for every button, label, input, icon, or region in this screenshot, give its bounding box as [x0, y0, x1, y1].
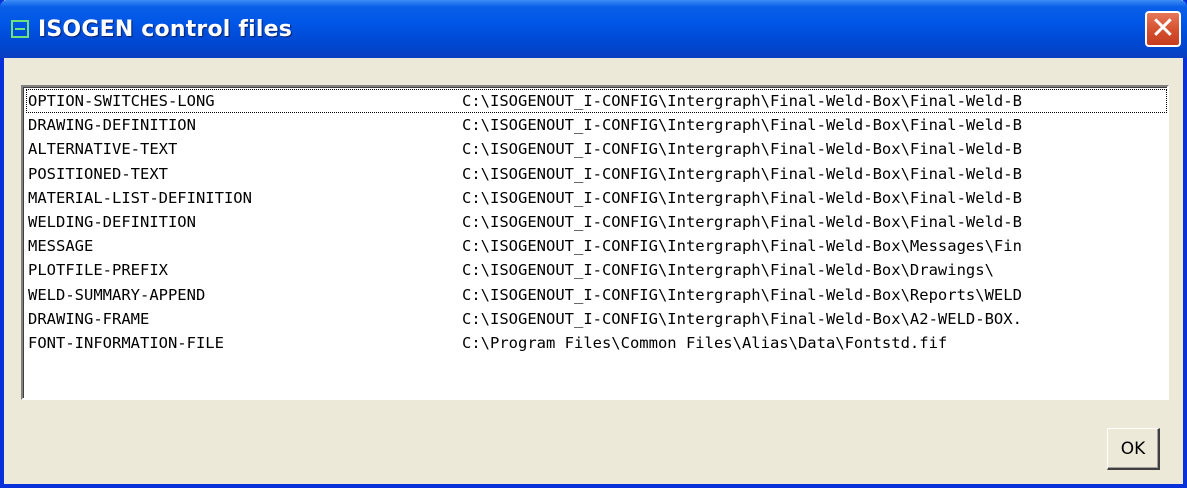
- file-path: C:\ISOGENOUT_I-CONFIG\Intergraph\Final-W…: [462, 261, 994, 280]
- file-path: C:\ISOGENOUT_I-CONFIG\Intergraph\Final-W…: [462, 212, 1022, 231]
- file-path: C:\Program Files\Common Files\Alias\Data…: [462, 333, 948, 352]
- file-key: WELDING-DEFINITION: [28, 212, 196, 231]
- list-item[interactable]: DRAWING-DEFINITION C:\ISOGENOUT_I-CONFIG\…: [26, 113, 1167, 137]
- list-item[interactable]: ALTERNATIVE-TEXT C:\ISOGENOUT_I-CONFIG\In…: [26, 137, 1167, 161]
- file-key: DRAWING-FRAME: [28, 309, 150, 328]
- file-path: C:\ISOGENOUT_I-CONFIG\Intergraph\Final-W…: [462, 285, 1022, 304]
- file-path: C:\ISOGENOUT_I-CONFIG\Intergraph\Final-W…: [462, 237, 1022, 256]
- file-key: ALTERNATIVE-TEXT: [28, 140, 178, 159]
- list-item[interactable]: MATERIAL-LIST-DEFINITION C:\ISOGENOUT_I-C…: [26, 186, 1167, 210]
- file-key: PLOTFILE-PREFIX: [28, 261, 168, 280]
- file-key: FONT-INFORMATION-FILE: [28, 333, 224, 352]
- close-button[interactable]: ✕: [1145, 11, 1181, 47]
- file-key: OPTION-SWITCHES-LONG: [28, 92, 215, 110]
- file-key: WELD-SUMMARY-APPEND: [28, 285, 206, 304]
- file-path: C:\ISOGENOUT_I-CONFIG\Intergraph\Final-W…: [462, 164, 1022, 183]
- list-item[interactable]: WELDING-DEFINITION C:\ISOGENOUT_I-CONFIG\…: [26, 210, 1167, 234]
- file-path: C:\ISOGENOUT_I-CONFIG\Intergraph\Final-W…: [462, 116, 1022, 135]
- file-path: C:\ISOGENOUT_I-CONFIG\Intergraph\Final-W…: [462, 309, 1022, 328]
- file-key: POSITIONED-TEXT: [28, 164, 168, 183]
- ok-button[interactable]: OK: [1107, 428, 1160, 470]
- list-item[interactable]: POSITIONED-TEXT C:\ISOGENOUT_I-CONFIG\Int…: [26, 162, 1167, 186]
- list-item[interactable]: OPTION-SWITCHES-LONG C:\ISOGENOUT_I-CONFI…: [26, 89, 1167, 114]
- list-item[interactable]: DRAWING-FRAME C:\ISOGENOUT_I-CONFIG\Inter…: [26, 307, 1167, 331]
- file-path: C:\ISOGENOUT_I-CONFIG\Intergraph\Final-W…: [462, 140, 1022, 159]
- title-bar[interactable]: ISOGEN control files ✕: [0, 0, 1187, 58]
- list-item[interactable]: PLOTFILE-PREFIX C:\ISOGENOUT_I-CONFIG\Int…: [26, 258, 1167, 282]
- file-key: MATERIAL-LIST-DEFINITION: [28, 188, 252, 207]
- dialog-window: ISOGEN control files ✕ OPTION-SWITCHES-L…: [0, 0, 1187, 488]
- list-item[interactable]: MESSAGE C:\ISOGENOUT_I-CONFIG\Intergraph\…: [26, 234, 1167, 258]
- app-window-icon: [11, 20, 29, 38]
- close-icon: ✕: [1150, 11, 1176, 46]
- window-title: ISOGEN control files: [38, 16, 293, 42]
- control-files-list[interactable]: OPTION-SWITCHES-LONG C:\ISOGENOUT_I-CONFI…: [21, 85, 1169, 400]
- file-path: C:\ISOGENOUT_I-CONFIG\Intergraph\Final-W…: [462, 92, 1022, 110]
- file-path: C:\ISOGENOUT_I-CONFIG\Intergraph\Final-W…: [462, 188, 1022, 207]
- file-key: MESSAGE: [28, 237, 94, 256]
- file-key: DRAWING-DEFINITION: [28, 116, 196, 135]
- list-item[interactable]: FONT-INFORMATION-FILE C:\Program Files\Co…: [26, 331, 1167, 355]
- list-item[interactable]: WELD-SUMMARY-APPEND C:\ISOGENOUT_I-CONFIG…: [26, 283, 1167, 307]
- list-rows: OPTION-SWITCHES-LONG C:\ISOGENOUT_I-CONFI…: [26, 89, 1167, 355]
